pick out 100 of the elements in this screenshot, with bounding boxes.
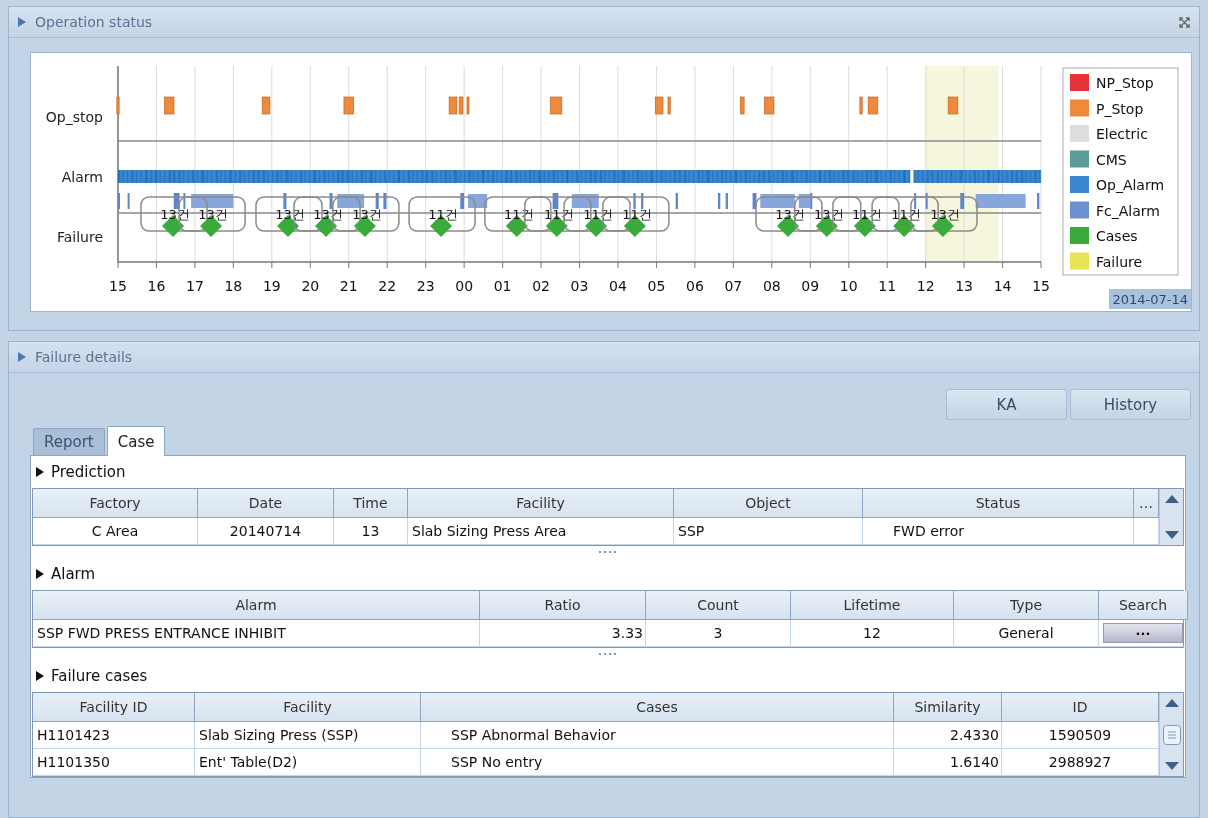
stop-marker [763, 96, 775, 115]
fc-alarm-bar [718, 193, 721, 209]
x-tick-label: 15 [1032, 278, 1050, 294]
x-tick-label: 05 [647, 278, 666, 294]
x-tick-label: 04 [609, 278, 627, 294]
fc-alarm-bar [975, 194, 1026, 208]
x-tick-label: 12 [916, 278, 935, 294]
column-header[interactable]: Cases [421, 693, 894, 722]
stop-marker [667, 96, 671, 115]
table-cell: General [954, 620, 1099, 647]
column-header[interactable]: Factory [33, 489, 198, 518]
column-header[interactable]: Facility [408, 489, 674, 518]
scrollbar[interactable] [1159, 489, 1183, 545]
x-tick-label: 13 [955, 278, 974, 294]
table-cell: 2.4330 [894, 722, 1002, 749]
table-cell: 1.6140 [894, 749, 1002, 776]
fc-alarm-bar [283, 193, 287, 209]
table-cell: FWD error [863, 518, 1134, 545]
column-header[interactable]: Count [646, 591, 791, 620]
column-header[interactable]: Facility ID [33, 693, 195, 722]
table-cell: H1101423 [33, 722, 195, 749]
column-header[interactable]: Alarm [33, 591, 480, 620]
panel-header[interactable]: Operation status [9, 7, 1199, 38]
close-icon[interactable] [1178, 15, 1191, 29]
scroll-up-icon[interactable] [1164, 699, 1179, 707]
column-header[interactable]: Facility [195, 693, 421, 722]
fc-alarm-bar [127, 193, 130, 209]
fc-alarm-bar [633, 193, 636, 209]
x-tick-label: 11 [878, 278, 897, 294]
column-header[interactable]: Date [198, 489, 334, 518]
x-tick-label: 18 [224, 278, 243, 294]
column-header[interactable]: Time [334, 489, 408, 518]
y-category-label: Failure [56, 229, 103, 245]
column-header[interactable]: Ratio [480, 591, 646, 620]
table-cell: 3 [646, 620, 791, 647]
y-category-label: Alarm [61, 169, 103, 185]
table-cell: C Area [33, 518, 198, 545]
column-header[interactable]: ID [1002, 693, 1159, 722]
column-header[interactable]: Lifetime [791, 591, 954, 620]
case-count-label: 11건 [583, 207, 613, 222]
x-tick-label: 00 [455, 278, 474, 294]
fc-alarm-bar [183, 193, 186, 209]
column-header[interactable]: Status [863, 489, 1134, 518]
scroll-thumb[interactable] [1162, 724, 1181, 745]
table-cell: 3.33 [480, 620, 646, 647]
case-count-label: 13건 [930, 207, 960, 222]
scroll-up-icon[interactable] [1164, 495, 1179, 503]
stop-marker [164, 96, 175, 115]
legend-label: Electric [1096, 126, 1148, 142]
column-header[interactable]: Type [954, 591, 1099, 620]
splitter-grip-icon[interactable] [598, 652, 618, 656]
fc-alarm-bar [460, 193, 465, 209]
tab[interactable]: Case [106, 426, 166, 456]
case-count-label: 13건 [198, 207, 228, 222]
case-count-label: 13건 [313, 207, 343, 222]
fc-alarm-bar [725, 193, 728, 209]
scrollbar[interactable] [1159, 693, 1183, 776]
column-header[interactable]: Object [674, 489, 863, 518]
table-cell: SSP Abnormal Behavior [421, 722, 894, 749]
stop-marker [116, 96, 120, 115]
panel-title: Operation status [35, 14, 154, 30]
case-count-label: 11건 [504, 207, 534, 222]
stop-marker [261, 96, 271, 115]
case-count-label: 11건 [891, 207, 921, 222]
x-tick-label: 01 [493, 278, 512, 294]
x-tick-label: 14 [993, 278, 1012, 294]
toolbar-button[interactable]: History [1070, 389, 1191, 420]
y-category-label: Op_stop [45, 109, 103, 125]
case-count-label: 11건 [428, 207, 458, 222]
column-header[interactable]: … [1134, 489, 1159, 518]
expand-triangle-icon [35, 670, 45, 682]
table-cell: 12 [791, 620, 954, 647]
x-tick-label: 15 [109, 278, 127, 294]
case-count-label: 11건 [852, 207, 882, 222]
legend-label: CMS [1096, 151, 1127, 168]
scroll-down-icon[interactable] [1164, 531, 1179, 539]
panel-header[interactable]: Failure details [9, 342, 1199, 373]
table-cell: Slab Sizing Press Area [408, 518, 674, 545]
fc-alarm-bar [173, 193, 180, 209]
scroll-down-icon[interactable] [1164, 762, 1179, 770]
column-header[interactable]: Similarity [894, 693, 1002, 722]
column-header[interactable]: Search [1099, 591, 1188, 620]
tab[interactable]: Report [33, 428, 105, 455]
splitter-grip-icon[interactable] [598, 550, 618, 554]
section-title: Failure cases [51, 667, 148, 685]
fc-alarm-bar [329, 193, 333, 209]
stop-marker [947, 96, 959, 115]
toolbar-button[interactable]: KA [946, 389, 1067, 420]
search-button[interactable]: ··· [1103, 623, 1183, 643]
fc-alarm-bar [383, 193, 387, 209]
expand-triangle-icon [17, 16, 27, 28]
expand-triangle-icon [35, 568, 45, 580]
case-count-label: 13건 [814, 207, 844, 222]
x-tick-label: 07 [724, 278, 743, 294]
table-cell: 20140714 [198, 518, 334, 545]
fc-alarm-bar [914, 193, 917, 209]
case-count-label: 11건 [622, 207, 652, 222]
stop-marker [549, 96, 563, 115]
section-title: Prediction [51, 463, 126, 481]
x-tick-label: 02 [532, 278, 550, 294]
